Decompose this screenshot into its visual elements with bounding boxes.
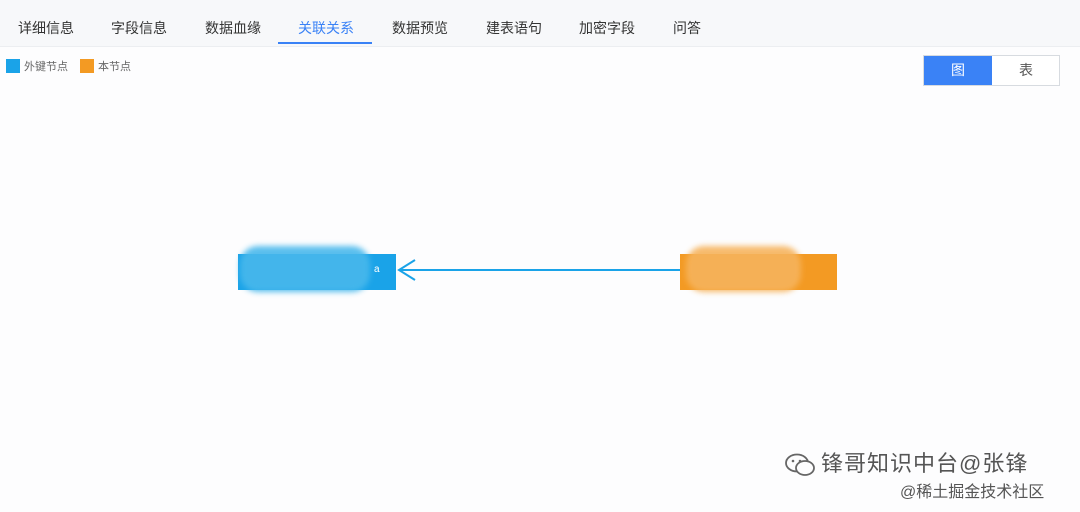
watermark: 锋哥知识中台@张锋 — [785, 446, 1028, 478]
wechat-icon — [785, 453, 815, 477]
redacted-node-label — [240, 246, 370, 292]
watermark-subtext: @稀土掘金技术社区 — [900, 484, 1045, 501]
watermark-text: 锋哥知识中台@张锋 — [821, 451, 1029, 476]
self-node[interactable] — [680, 246, 837, 292]
foreign-key-node[interactable]: a — [238, 246, 396, 292]
foreign-key-node-label: a — [374, 264, 380, 275]
redacted-node-label — [686, 246, 801, 292]
relation-graph — [397, 259, 680, 281]
